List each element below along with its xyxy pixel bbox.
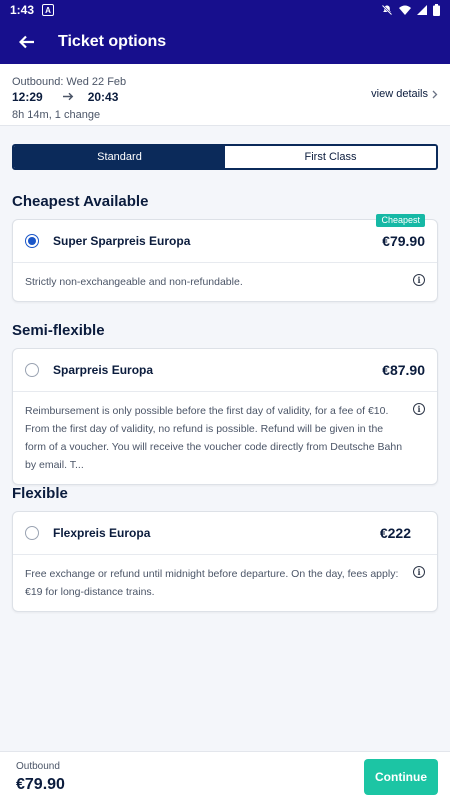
- status-bar: 1:43 A: [0, 0, 450, 20]
- checkout-bar: Outbound €79.90 Continue: [0, 751, 450, 800]
- radio-unselected[interactable]: [25, 363, 39, 377]
- fare-conditions: Reimbursement is only possible before th…: [13, 392, 437, 484]
- fare-card-flexpreis: Flexpreis Europa €222 Free exchange or r…: [12, 511, 438, 612]
- tab-first-class[interactable]: First Class: [225, 146, 436, 168]
- wifi-icon: [399, 5, 411, 15]
- total-price: €79.90: [16, 776, 65, 793]
- fare-card-sparpreis: Sparpreis Europa €87.90 Reimbursement is…: [12, 348, 438, 485]
- fare-option-super-sparpreis[interactable]: Super Sparpreis Europa €79.90 Cheapest: [13, 214, 437, 263]
- cheapest-badge: Cheapest: [376, 214, 425, 227]
- status-time: 1:43: [10, 3, 35, 17]
- view-details-link[interactable]: view details: [371, 88, 438, 100]
- journey-summary: Outbound: Wed 22 Feb 12:29 20:43 8h 14m,…: [0, 64, 450, 126]
- battery-icon: [433, 4, 440, 16]
- info-icon[interactable]: i: [413, 566, 425, 578]
- fare-name: Flexpreis Europa: [53, 526, 151, 540]
- fare-option-sparpreis[interactable]: Sparpreis Europa €87.90: [13, 349, 437, 392]
- continue-button[interactable]: Continue: [364, 759, 438, 795]
- view-details-label: view details: [371, 88, 428, 100]
- status-icons: [381, 4, 440, 16]
- app-bar: Ticket options: [0, 20, 450, 64]
- back-button[interactable]: [16, 31, 38, 53]
- tab-standard[interactable]: Standard: [14, 146, 225, 168]
- info-icon[interactable]: i: [413, 403, 425, 415]
- signal-icon: [417, 5, 427, 15]
- outbound-label: Outbound: [16, 761, 60, 772]
- do-not-disturb-icon: [381, 4, 393, 16]
- fare-description: Strictly non-exchangeable and non-refund…: [25, 276, 243, 288]
- fare-name: Sparpreis Europa: [53, 363, 154, 377]
- fare-description: Reimbursement is only possible before th…: [25, 405, 403, 471]
- page-title: Ticket options: [58, 33, 167, 50]
- fare-option-flexpreis[interactable]: Flexpreis Europa €222: [13, 512, 437, 555]
- info-icon[interactable]: i: [413, 274, 425, 286]
- section-title-cheapest: Cheapest Available: [12, 193, 149, 210]
- fare-description: Free exchange or refund until midnight b…: [25, 568, 399, 598]
- section-title-semi-flexible: Semi-flexible: [12, 322, 105, 339]
- fare-name: Super Sparpreis Europa: [53, 234, 191, 248]
- section-title-flexible: Flexible: [12, 485, 68, 502]
- fare-conditions: Free exchange or refund until midnight b…: [13, 555, 437, 611]
- departure-time: 12:29: [12, 90, 43, 104]
- outbound-date: Outbound: Wed 22 Feb: [12, 76, 127, 88]
- fare-price: €79.90: [382, 233, 425, 249]
- class-toggle: Standard First Class: [12, 144, 438, 170]
- app-notification-icon: A: [42, 4, 55, 16]
- arrow-right-icon: [62, 90, 74, 104]
- fare-price: €87.90: [382, 362, 425, 378]
- arrival-time: 20:43: [87, 90, 119, 104]
- chevron-right-icon: [432, 90, 438, 98]
- fare-card-super-sparpreis: Super Sparpreis Europa €79.90 Cheapest S…: [12, 214, 438, 302]
- arrow-left-icon: [19, 35, 34, 49]
- fare-price: €222: [379, 525, 411, 541]
- radio-selected[interactable]: [25, 234, 39, 248]
- journey-duration: 8h 14m, 1 change: [12, 109, 101, 121]
- fare-conditions: Strictly non-exchangeable and non-refund…: [13, 263, 437, 301]
- radio-unselected[interactable]: [25, 526, 39, 540]
